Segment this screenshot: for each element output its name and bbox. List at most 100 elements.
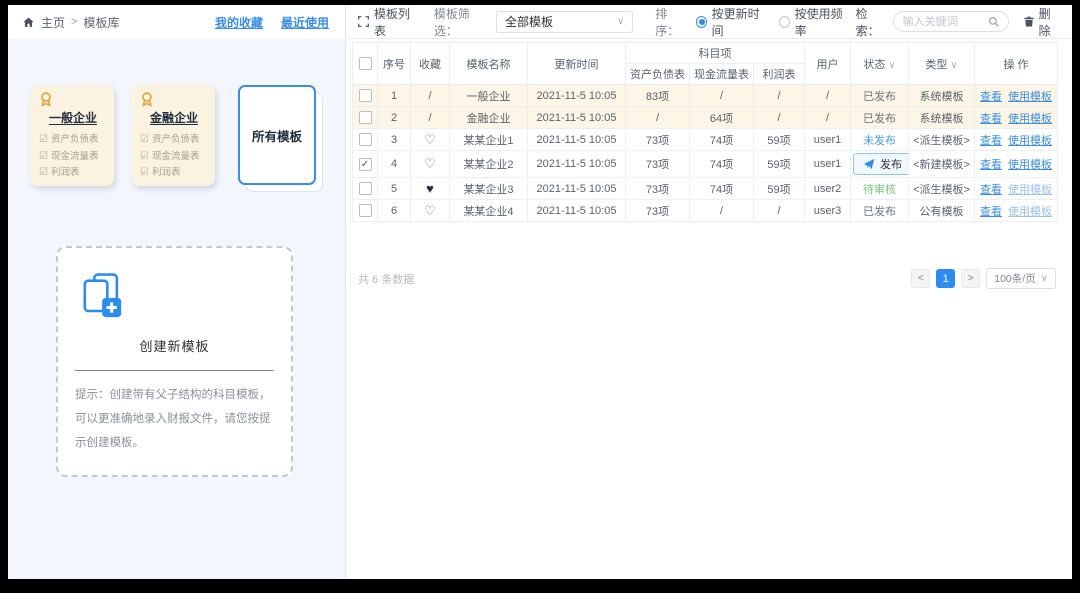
row-checkbox[interactable] — [359, 111, 372, 124]
cell-user: user1 — [805, 151, 851, 178]
status-text: 未发布 — [863, 135, 896, 147]
search-box — [893, 11, 1008, 32]
publish-button[interactable]: 发布 — [853, 153, 909, 175]
col-header-status[interactable]: 状态 ∨ — [851, 43, 909, 85]
template-list-toggle[interactable]: 模板列表 — [358, 5, 416, 39]
checkbox-checked-icon: ☑ — [39, 165, 48, 182]
cell-select — [353, 107, 378, 129]
card-title: 金融企业 — [140, 109, 208, 126]
cell-balance-sheet: 73项 — [626, 178, 690, 200]
cell-template-name: 某某企业4 — [450, 200, 528, 222]
filter-label: 模板筛选： — [434, 5, 488, 39]
publish-button-label: 发布 — [880, 156, 902, 172]
all-templates-label: 所有模板 — [238, 85, 316, 185]
view-link[interactable]: 查看 — [980, 184, 1002, 196]
view-link[interactable]: 查看 — [980, 91, 1002, 103]
breadcrumb-home[interactable]: 主页 — [41, 14, 65, 31]
page-size-select[interactable]: 100条/页 ∨ — [986, 268, 1056, 289]
recently-used-link[interactable]: 最近使用 — [281, 14, 329, 31]
prev-page-button[interactable]: < — [911, 269, 930, 288]
row-checkbox[interactable] — [359, 204, 372, 217]
sort-by-usage-radio[interactable]: 按使用频率 — [779, 5, 848, 39]
col-header-favorite: 收藏 — [411, 43, 450, 85]
my-favorites-link[interactable]: 我的收藏 — [215, 14, 263, 31]
col-header-type[interactable]: 类型 ∨ — [909, 43, 975, 85]
use-template-link[interactable]: 使用模板 — [1008, 184, 1052, 196]
cell-user: user1 — [805, 129, 851, 151]
select-all-checkbox[interactable] — [359, 57, 372, 70]
view-link[interactable]: 查看 — [980, 159, 1002, 171]
chevron-down-icon: ∨ — [617, 17, 624, 27]
cell-status: 已发布 — [851, 200, 909, 222]
cell-profit: 59项 — [754, 151, 805, 178]
view-link[interactable]: 查看 — [980, 135, 1002, 147]
card-all-templates[interactable]: 所有模板 — [238, 85, 320, 189]
cell-template-name: 某某企业2 — [450, 151, 528, 178]
home-icon[interactable] — [22, 16, 35, 29]
cell-type: <派生模板> — [909, 129, 975, 151]
cell-balance-sheet: 73项 — [626, 200, 690, 222]
cell-balance-sheet: 83项 — [626, 85, 690, 107]
row-checkbox[interactable] — [359, 89, 372, 102]
sort-label: 排序： — [655, 5, 688, 39]
status-text: 待审核 — [863, 184, 896, 196]
cell-type: <派生模板> — [909, 178, 975, 200]
heart-outline-icon[interactable]: ♡ — [424, 156, 436, 171]
breadcrumb-current: 模板库 — [83, 14, 119, 31]
template-list-label: 模板列表 — [374, 5, 416, 39]
use-template-link[interactable]: 使用模板 — [1008, 206, 1052, 218]
use-template-link[interactable]: 使用模板 — [1008, 135, 1052, 147]
col-header-index: 序号 — [378, 43, 411, 85]
cell-cash-flow: 74项 — [690, 151, 754, 178]
col-header-actions: 操 作 — [975, 43, 1058, 85]
use-template-link[interactable]: 使用模板 — [1008, 91, 1052, 103]
card-financial-enterprise[interactable]: 金融企业 ☑资产负债表 ☑现金流量表 ☑利润表 — [131, 85, 215, 186]
checkbox-checked-icon: ☑ — [140, 149, 149, 166]
create-template-hint: 提示：创建带有父子结构的科目模板，可以更准确地录入财报文件，请您按提示创建模板。 — [75, 383, 274, 455]
table-row: ✓4♡某某企业22021-11-5 10:0573项74项59项user1发布<… — [353, 151, 1058, 178]
cell-balance-sheet: 73项 — [626, 129, 690, 151]
status-text: 已发布 — [863, 206, 896, 218]
delete-button[interactable]: 删除 — [1023, 5, 1058, 39]
search-input[interactable] — [902, 16, 983, 28]
screenshot-frame: 主页 > 模板库 我的收藏 最近使用 模板列表 模板筛选： 全部模板 ∨ 排序： — [0, 0, 1080, 593]
heart-outline-icon[interactable]: ♡ — [424, 132, 436, 147]
col-header-user: 用户 — [805, 43, 851, 85]
app-window: 主页 > 模板库 我的收藏 最近使用 模板列表 模板筛选： 全部模板 ∨ 排序： — [8, 5, 1072, 579]
checkbox-checked-icon: ☑ — [39, 149, 48, 166]
view-link[interactable]: 查看 — [980, 113, 1002, 125]
cell-favorite: ♡ — [411, 151, 450, 178]
expand-icon — [358, 16, 369, 27]
current-page-button[interactable]: 1 — [936, 269, 955, 288]
use-template-link[interactable]: 使用模板 — [1008, 113, 1052, 125]
pagination: < 1 > 100条/页 ∨ — [911, 268, 1056, 289]
cell-user: / — [805, 85, 851, 107]
col-header-balance-sheet: 资产负债表 — [626, 64, 690, 85]
sort-by-update-time-radio[interactable]: 按更新时间 — [696, 5, 765, 39]
cell-status: 已发布 — [851, 85, 909, 107]
card-general-enterprise[interactable]: 一般企业 ☑资产负债表 ☑现金流量表 ☑利润表 — [30, 85, 114, 186]
radio-selected-icon — [696, 16, 707, 28]
cell-user: user3 — [805, 200, 851, 222]
cell-actions: 查看使用模板 — [975, 85, 1058, 107]
view-link[interactable]: 查看 — [980, 206, 1002, 218]
cell-status: 已发布 — [851, 107, 909, 129]
row-checkbox[interactable] — [359, 182, 372, 195]
cell-balance-sheet: 73项 — [626, 151, 690, 178]
medal-icon — [140, 92, 208, 107]
heart-outline-icon[interactable]: ♡ — [424, 203, 436, 218]
create-template-card[interactable]: 创建新模板 提示：创建带有父子结构的科目模板，可以更准确地录入财报文件，请您按提… — [56, 246, 293, 477]
use-template-link[interactable]: 使用模板 — [1008, 159, 1052, 171]
template-filter-select[interactable]: 全部模板 ∨ — [496, 11, 633, 33]
table-row: 6♡某某企业42021-11-5 10:0573项//user3已发布公有模板查… — [353, 200, 1058, 222]
row-checkbox[interactable] — [359, 133, 372, 146]
template-table: 序号 收藏 模板名称 更新时间 科目项 用户 状态 ∨ 类型 ∨ 操 作 资产负… — [352, 42, 1058, 222]
cell-type: <新建模板> — [909, 151, 975, 178]
heart-filled-icon[interactable]: ♥ — [426, 181, 434, 196]
search-icon[interactable] — [988, 16, 1000, 28]
sort-options: 按更新时间 按使用频率 — [696, 5, 848, 39]
cell-cash-flow: 74项 — [690, 178, 754, 200]
row-checkbox[interactable]: ✓ — [359, 158, 372, 171]
next-page-button[interactable]: > — [961, 269, 980, 288]
page-size-value: 100条/页 — [994, 271, 1035, 286]
